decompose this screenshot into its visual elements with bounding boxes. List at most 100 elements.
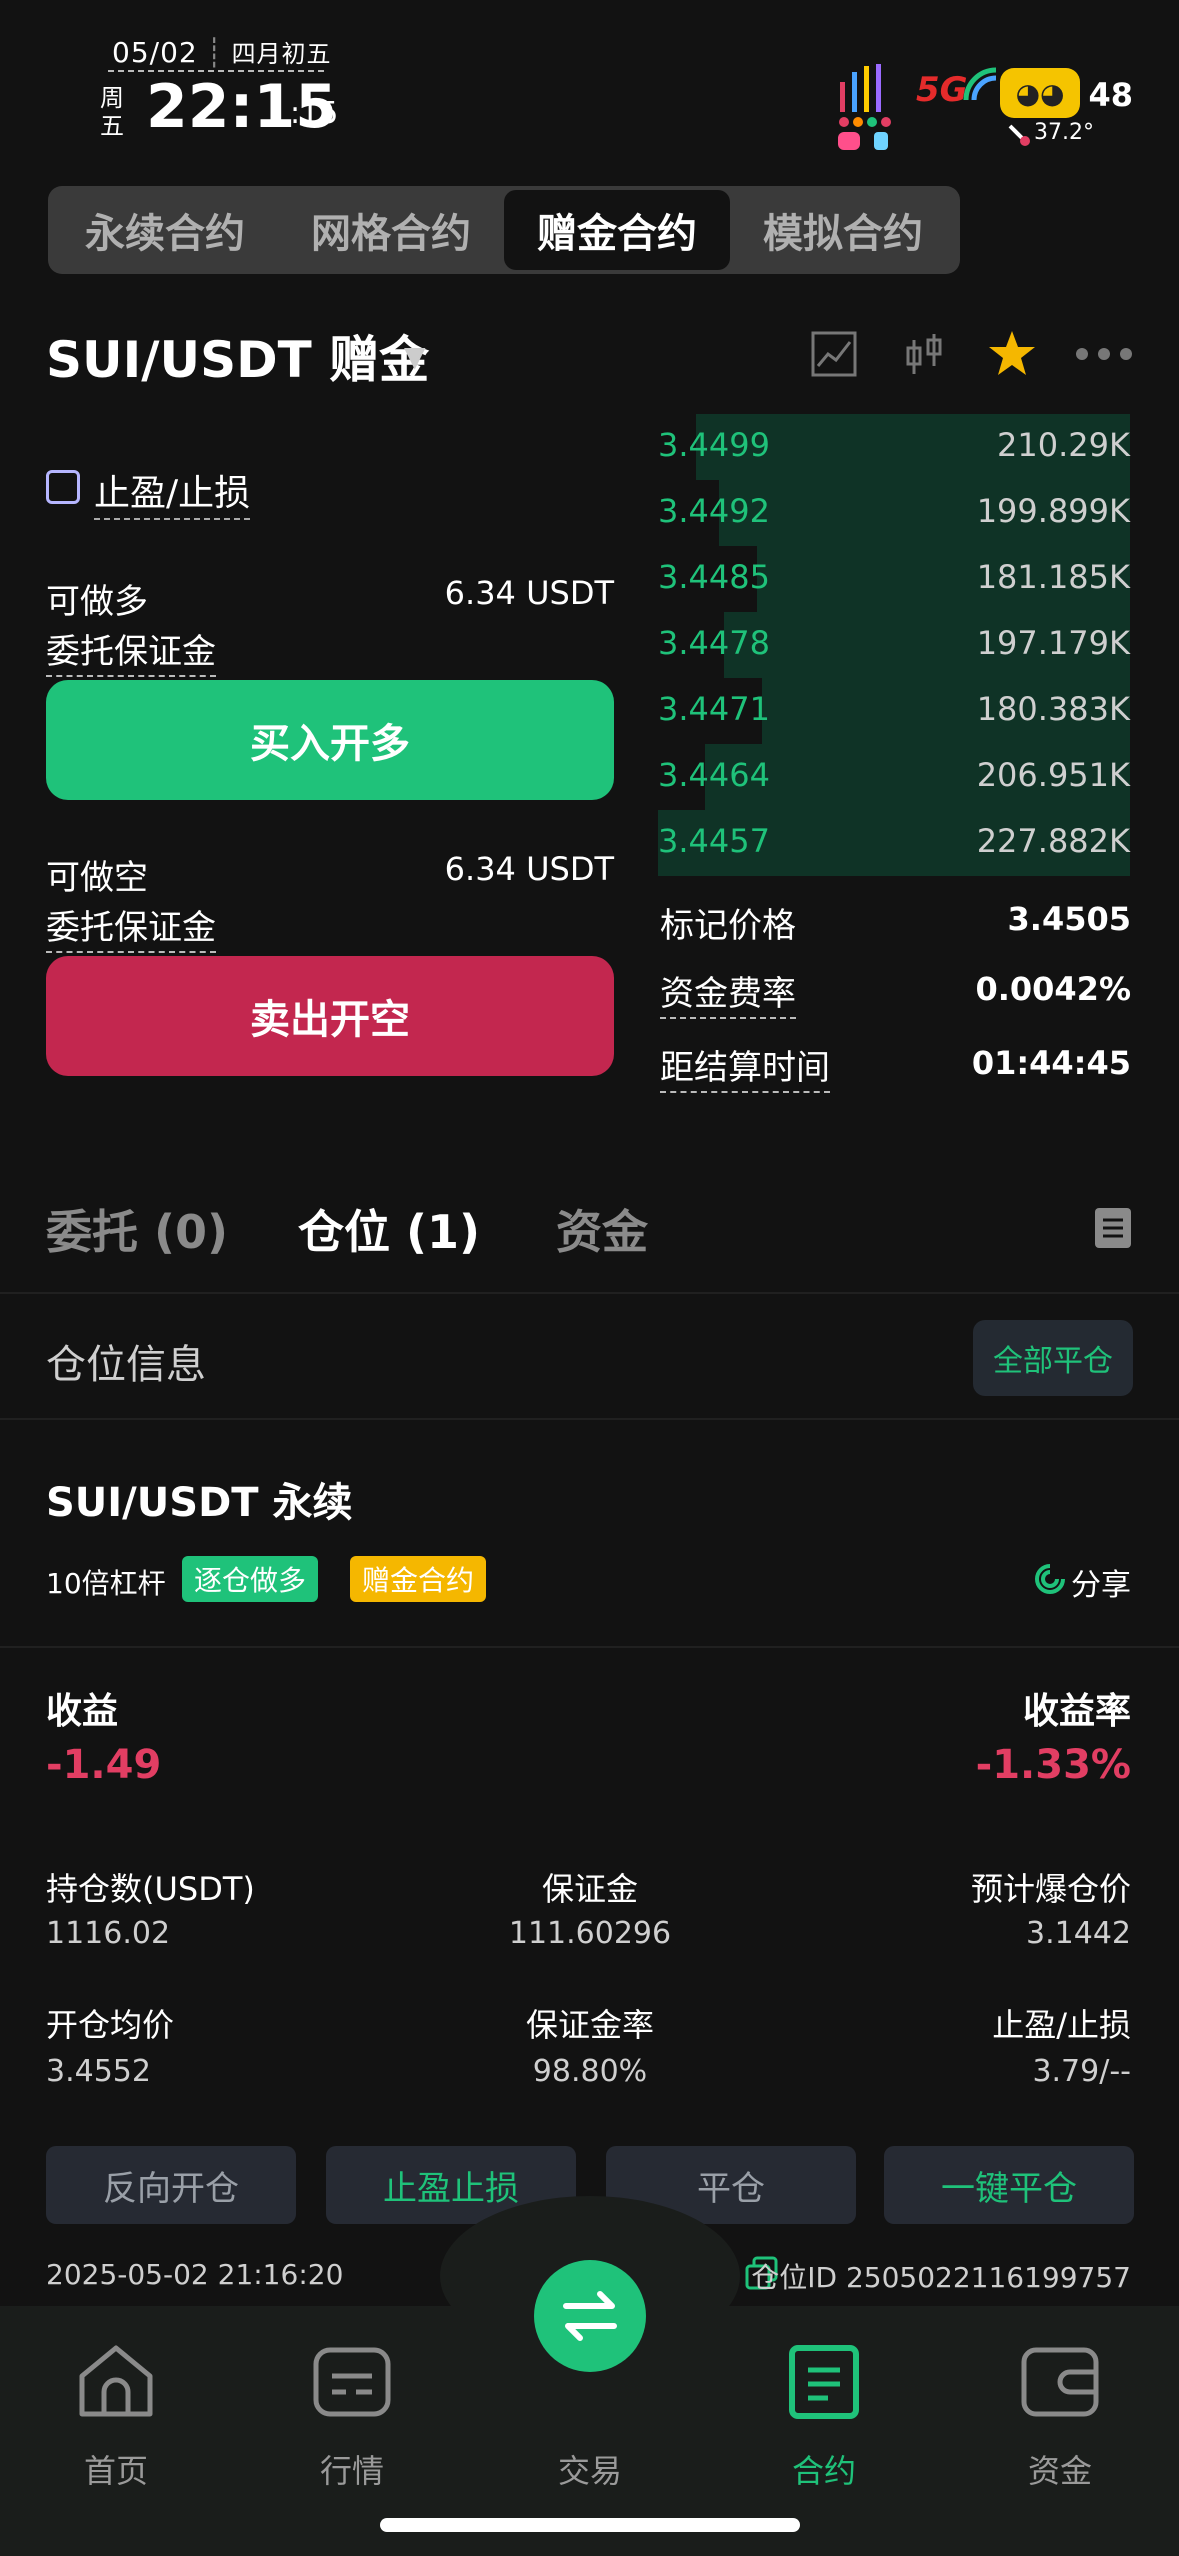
- tpsl-position-value: 3.79/--: [1032, 2054, 1131, 2089]
- sell-short-button[interactable]: 卖出开空: [46, 956, 614, 1076]
- margin-ratio-value: 98.80%: [532, 2054, 648, 2089]
- nav-assets[interactable]: 资金: [960, 2336, 1160, 2490]
- tab-orders[interactable]: 委托 (0): [46, 1196, 228, 1262]
- settlement-time-label[interactable]: 距结算时间: [660, 1040, 830, 1093]
- margin-ratio-label: 保证金率: [525, 2006, 654, 2044]
- divider: [0, 1646, 1179, 1648]
- order-book-row[interactable]: 3.4464 206.951K: [658, 744, 1130, 810]
- long-available-label: 可做多: [46, 582, 148, 622]
- order-book-row[interactable]: 3.4499 210.29K: [658, 414, 1130, 480]
- order-book-qty: 227.882K: [976, 822, 1130, 860]
- tab-bonus[interactable]: 赠金合约: [504, 190, 730, 270]
- divider: [0, 1292, 1179, 1294]
- status-weekday: 周五: [100, 84, 124, 140]
- home-icon: [79, 2345, 153, 2417]
- tpsl-position-label: 止盈/止损: [992, 2006, 1131, 2044]
- status-seconds: :15: [290, 96, 339, 131]
- funding-rate-label[interactable]: 资金费率: [660, 966, 796, 1019]
- roe-value: -1.33%: [975, 1742, 1131, 1788]
- liquidation-price-value: 3.1442: [1026, 1916, 1131, 1951]
- nav-trade-label: 交易: [557, 2452, 622, 2490]
- market-icon: [313, 2347, 391, 2417]
- contract-icon: [789, 2345, 859, 2419]
- wallet-icon: [1021, 2347, 1099, 2417]
- order-book-row[interactable]: 3.4471 180.383K: [658, 678, 1130, 744]
- nav-market[interactable]: 行情: [252, 2336, 452, 2490]
- position-id: 仓位ID 2505022116199757: [751, 2261, 1131, 2294]
- pair-selector[interactable]: SUI/USDT 赠金: [46, 320, 429, 392]
- entry-price-label: 开仓均价: [46, 2006, 175, 2044]
- share-button[interactable]: 分享: [1071, 1560, 1131, 1604]
- order-book-price: 3.4485: [658, 558, 770, 596]
- short-available-label: 可做空: [46, 858, 148, 898]
- chart-icon[interactable]: [806, 326, 862, 382]
- reverse-position-button[interactable]: 反向开仓: [46, 2146, 296, 2224]
- status-temperature: 37.2°: [1034, 120, 1094, 145]
- divider: [0, 1418, 1179, 1420]
- pnl-label: 收益: [46, 1691, 119, 1732]
- tpsl-label[interactable]: 止盈/止损: [94, 464, 251, 520]
- order-book-price: 3.4471: [658, 690, 770, 728]
- order-book-row[interactable]: 3.4457 227.882K: [658, 810, 1130, 876]
- favorite-star-icon[interactable]: [984, 326, 1040, 382]
- position-title: SUI/USDT 永续: [46, 1480, 353, 1526]
- order-book-row[interactable]: 3.4478 197.179K: [658, 612, 1130, 678]
- entry-price-value: 3.4552: [46, 2054, 151, 2089]
- wifi-arc-icon: [963, 67, 997, 101]
- buy-long-button[interactable]: 买入开多: [46, 680, 614, 800]
- thermometer-icon: [1008, 124, 1030, 146]
- signal-bars-icon: [838, 64, 891, 150]
- network-5g-icon: 5G: [916, 70, 968, 110]
- nav-trade-button[interactable]: [534, 2260, 646, 2372]
- nav-home-label: 首页: [83, 2452, 148, 2490]
- order-book-qty: 181.185K: [976, 558, 1130, 596]
- list-icon[interactable]: [1095, 1208, 1131, 1248]
- tab-perpetual[interactable]: 永续合约: [52, 190, 278, 270]
- caret-down-icon[interactable]: ▼: [404, 340, 426, 373]
- long-available-value: 6.34 USDT: [444, 574, 614, 612]
- order-book-price: 3.4499: [658, 426, 770, 464]
- tpsl-checkbox[interactable]: [46, 470, 80, 504]
- contract-mode-tabs: 永续合约 网格合约 赠金合约 模拟合约: [48, 186, 960, 274]
- roe-label: 收益率: [1022, 1691, 1131, 1732]
- candlestick-icon[interactable]: [896, 326, 952, 382]
- tab-positions[interactable]: 仓位 (1): [298, 1196, 480, 1262]
- order-book-price: 3.4457: [658, 822, 770, 860]
- tab-grid[interactable]: 网格合约: [278, 190, 504, 270]
- order-book-qty: 206.951K: [976, 756, 1130, 794]
- home-indicator[interactable]: [380, 2518, 800, 2532]
- nav-contract[interactable]: 合约: [724, 2336, 924, 2490]
- order-book-price: 3.4478: [658, 624, 770, 662]
- status-date: 05/02 ┊ 四月初五: [112, 36, 332, 69]
- close-all-button[interactable]: 全部平仓: [973, 1320, 1133, 1396]
- open-time: 2025-05-02 21:16:20: [46, 2258, 344, 2291]
- nav-contract-label: 合约: [791, 2452, 856, 2490]
- one-click-close-button[interactable]: 一键平仓: [884, 2146, 1134, 2224]
- mark-price-label: 标记价格: [660, 906, 796, 946]
- order-book-bids: 3.4499 210.29K 3.4492 199.899K 3.4485 181.185…: [658, 414, 1130, 876]
- swap-arrows-icon: [563, 2291, 617, 2341]
- order-book-price: 3.4464: [658, 756, 770, 794]
- position-info-title: 仓位信息: [46, 1342, 206, 1388]
- long-margin-label[interactable]: 委托保证金: [46, 624, 216, 677]
- more-icon[interactable]: [1074, 326, 1134, 382]
- size-value: 1116.02: [46, 1916, 171, 1951]
- battery-face-icon: ◕◕: [1000, 68, 1080, 118]
- leverage-label: 10倍杠杆: [46, 1567, 166, 1600]
- nav-assets-label: 资金: [1027, 2452, 1092, 2490]
- order-book-row[interactable]: 3.4485 181.185K: [658, 546, 1130, 612]
- contract-type-badge: 赠金合约: [350, 1556, 487, 1602]
- order-book-qty: 199.899K: [976, 492, 1130, 530]
- order-book-qty: 180.383K: [976, 690, 1130, 728]
- pnl-value: -1.49: [46, 1742, 162, 1788]
- share-icon[interactable]: [1033, 1562, 1067, 1596]
- order-book-row[interactable]: 3.4492 199.899K: [658, 480, 1130, 546]
- tab-simulated[interactable]: 模拟合约: [730, 190, 956, 270]
- battery-level: 48: [1088, 76, 1133, 114]
- margin-label: 保证金: [541, 1870, 638, 1908]
- short-margin-label[interactable]: 委托保证金: [46, 900, 216, 953]
- tab-assets[interactable]: 资金: [556, 1196, 648, 1262]
- nav-home[interactable]: 首页: [16, 2336, 216, 2490]
- funding-rate-value: 0.0042%: [975, 970, 1131, 1008]
- margin-mode-badge: 逐仓做多: [182, 1556, 319, 1602]
